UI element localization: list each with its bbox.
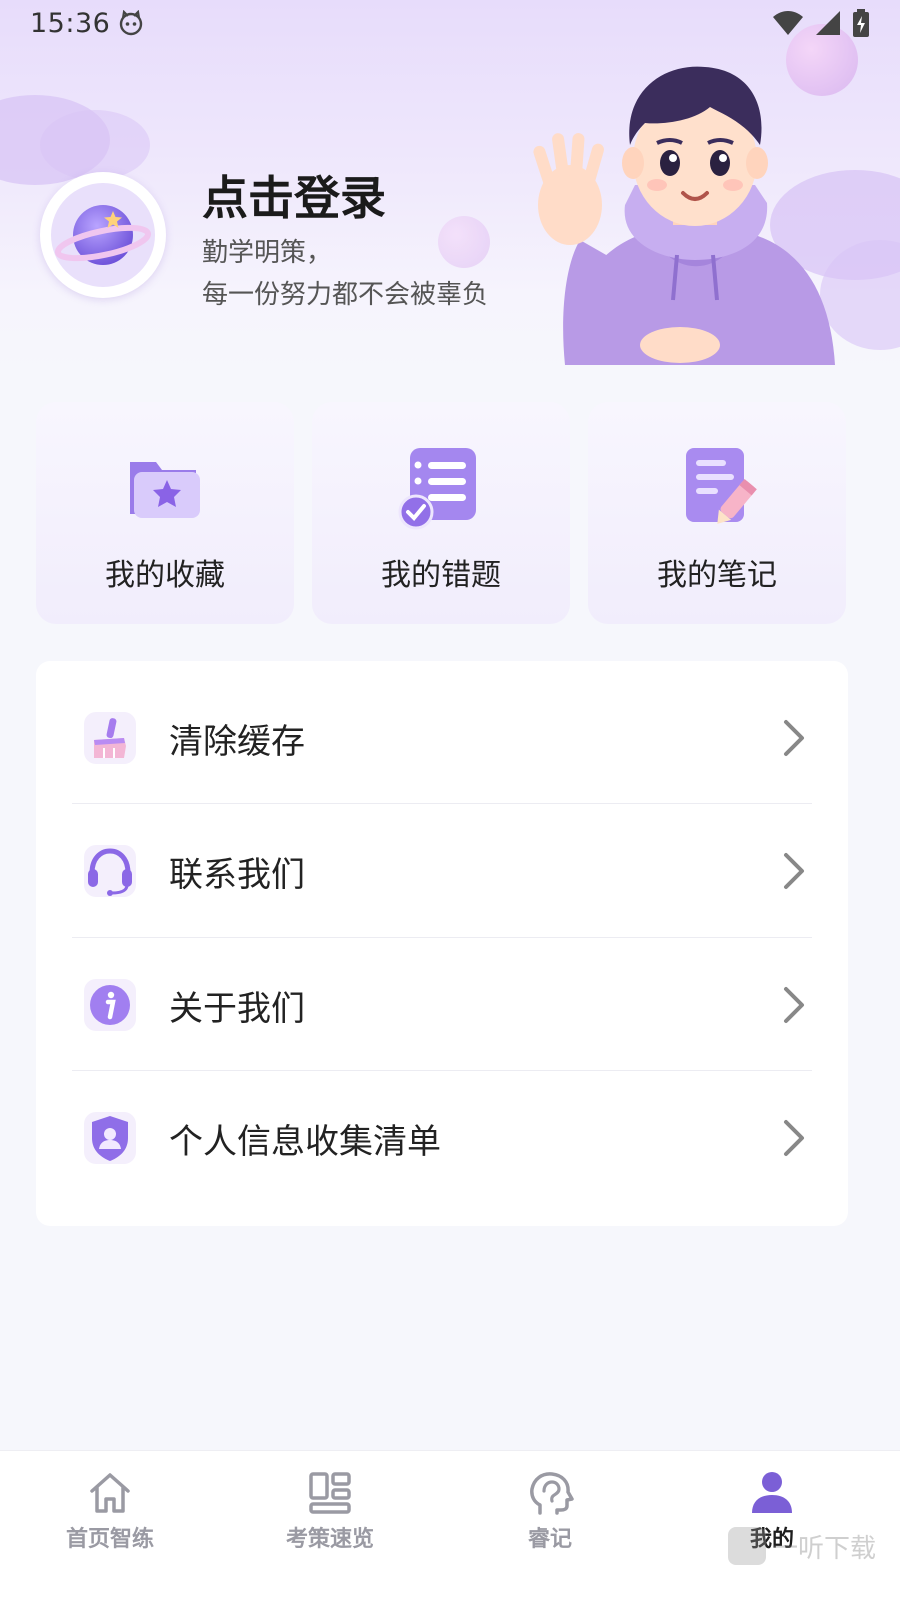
mascot-illustration — [533, 66, 835, 365]
shortcut-label: 我的错题 — [381, 558, 501, 593]
watermark-logo-icon — [728, 1527, 766, 1565]
menu-item-about-us[interactable]: 关于我们 — [36, 938, 848, 1072]
shield-user-icon — [84, 1112, 136, 1164]
menu-item-clear-cache[interactable]: 清除缓存 — [36, 671, 848, 805]
chevron-right-icon — [784, 853, 804, 889]
settings-menu: 清除缓存 联系我们 关于我们 个人信息收集清单 — [36, 661, 848, 1226]
tab-memory[interactable]: 睿记 — [470, 1469, 630, 1569]
menu-item-contact-us[interactable]: 联系我们 — [36, 804, 848, 938]
tab-home[interactable]: 首页智练 — [30, 1469, 190, 1569]
cat-notification-icon — [120, 10, 143, 36]
bubble-decoration — [438, 216, 490, 268]
info-icon — [84, 979, 136, 1031]
menu-item-personal-info-list[interactable]: 个人信息收集清单 — [36, 1071, 848, 1205]
planet-avatar-icon — [51, 183, 155, 287]
tab-label: 考策速览 — [285, 1527, 374, 1552]
menu-item-label: 关于我们 — [169, 988, 305, 1029]
signal-icon — [816, 11, 840, 35]
profile-header: 15:36 点击登录 勤学明策， 每一份努力都不会被辜负 — [0, 0, 900, 370]
menu-item-label: 个人信息收集清单 — [169, 1121, 441, 1162]
login-button[interactable]: 点击登录 — [202, 162, 386, 228]
watermark: 一听下载 — [728, 1526, 876, 1566]
watermark-text: 一听下载 — [772, 1533, 877, 1564]
tab-label: 睿记 — [527, 1527, 572, 1552]
avatar[interactable] — [40, 172, 166, 298]
shortcut-notes[interactable]: 我的笔记 — [588, 402, 846, 624]
slogan-line-2: 每一份努力都不会被辜负 — [202, 280, 489, 310]
shortcut-label: 我的收藏 — [105, 558, 225, 593]
status-time: 15:36 — [30, 7, 111, 39]
checklist-icon — [398, 448, 476, 530]
cloud-decoration — [40, 110, 150, 180]
notebook-pencil-icon — [686, 448, 757, 524]
home-icon — [90, 1473, 130, 1513]
shortcut-mistakes[interactable]: 我的错题 — [312, 402, 570, 624]
headset-icon — [84, 845, 136, 897]
chevron-right-icon — [784, 987, 804, 1023]
bottom-tab-bar: 首页智练 考策速览 睿记 我的 — [0, 1450, 900, 1600]
tab-label: 首页智练 — [65, 1527, 154, 1552]
slogan-line-1: 勤学明策， — [202, 238, 333, 268]
chevron-right-icon — [784, 720, 804, 756]
battery-icon — [853, 9, 869, 37]
status-bar: 15:36 — [0, 0, 900, 46]
person-icon — [752, 1472, 792, 1513]
broom-icon — [84, 712, 136, 764]
brain-icon — [530, 1472, 574, 1515]
menu-item-label: 联系我们 — [169, 854, 305, 895]
star-folder-icon — [130, 462, 200, 518]
shortcut-label: 我的笔记 — [657, 558, 777, 593]
menu-item-label: 清除缓存 — [169, 721, 305, 762]
layout-icon — [309, 1472, 351, 1514]
shortcut-favorites[interactable]: 我的收藏 — [36, 402, 294, 624]
wifi-icon — [773, 11, 803, 35]
chevron-right-icon — [784, 1120, 804, 1156]
tab-overview[interactable]: 考策速览 — [250, 1469, 410, 1569]
